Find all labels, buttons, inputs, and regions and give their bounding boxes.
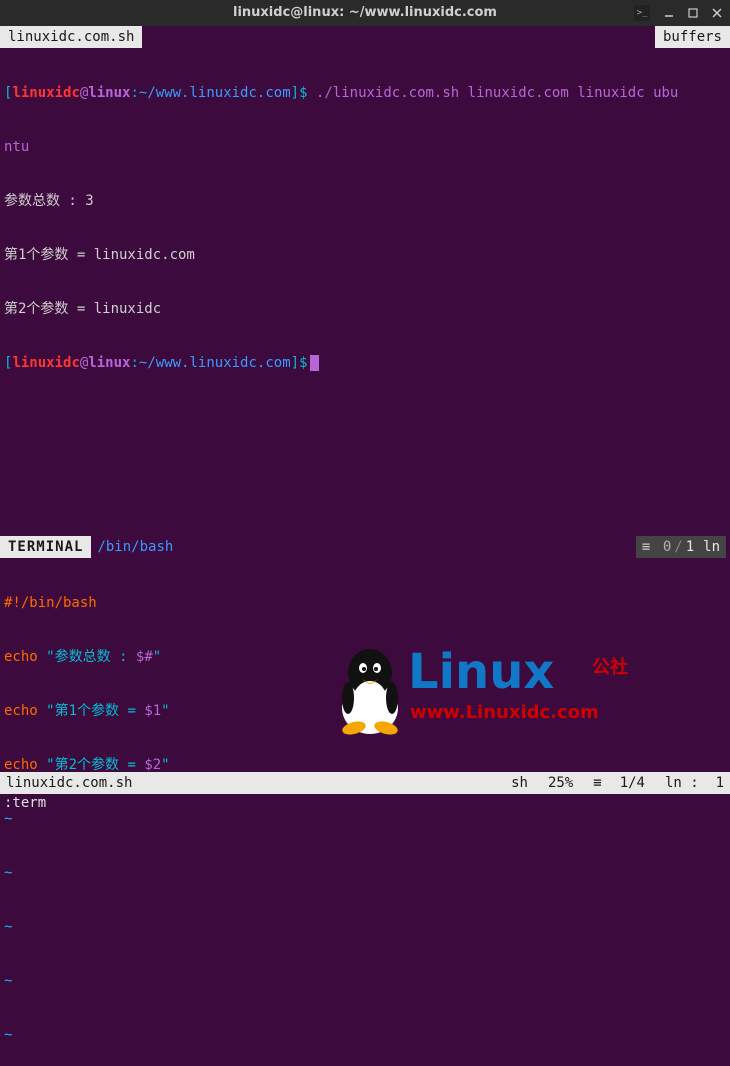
- editor-statusbar: linuxidc.com.sh sh 25% ≡ 1/4 ln : 1: [0, 772, 730, 794]
- terminal-status-right: ≡ 0 /1 ln: [636, 536, 726, 558]
- terminal-line: 参数总数 : 3: [4, 192, 726, 210]
- code-line: echo "参数总数 : $#": [4, 648, 726, 666]
- maximize-button[interactable]: [684, 4, 702, 22]
- shell-path: /bin/bash: [91, 538, 173, 556]
- tab-file[interactable]: linuxidc.com.sh: [0, 26, 142, 48]
- terminal-statusbar: TERMINAL /bin/bash ≡ 0 /1 ln: [0, 536, 730, 558]
- minimize-button[interactable]: [660, 4, 678, 22]
- terminal-line: ntu: [4, 138, 726, 156]
- window-title: linuxidc@linux: ~/www.linuxidc.com: [0, 4, 730, 22]
- status-filename: linuxidc.com.sh: [6, 774, 132, 792]
- buffer-tabs: linuxidc.com.sh buffers: [0, 26, 730, 48]
- app-icon: >_: [634, 5, 650, 21]
- code-line: echo "第1个参数 = $1": [4, 702, 726, 720]
- terminal-line: 第2个参数 = linuxidc: [4, 300, 726, 318]
- terminal-line: [linuxidc@linux:~/www.linuxidc.com]$ ./l…: [4, 84, 726, 102]
- terminal-pane[interactable]: [linuxidc@linux:~/www.linuxidc.com]$ ./l…: [0, 48, 730, 536]
- code-empty-line: ~: [4, 864, 726, 882]
- terminal-line: 第1个参数 = linuxidc.com: [4, 246, 726, 264]
- code-empty-line: ~: [4, 972, 726, 990]
- tab-buffers[interactable]: buffers: [655, 26, 730, 48]
- terminal-empty: [4, 408, 726, 518]
- close-button[interactable]: [708, 4, 726, 22]
- watermark-logo: Linux 公社 www.Linuxidc.com: [330, 628, 680, 748]
- status-position: 1/4: [620, 774, 645, 792]
- status-percent: 25%: [548, 774, 573, 792]
- code-line: #!/bin/bash: [4, 594, 726, 612]
- window-titlebar: linuxidc@linux: ~/www.linuxidc.com >_: [0, 0, 730, 26]
- hamburger-icon: ≡: [593, 774, 599, 792]
- code-empty-line: ~: [4, 810, 726, 828]
- cursor: [310, 355, 319, 371]
- editor-pane[interactable]: #!/bin/bash echo "参数总数 : $#" echo "第1个参数…: [0, 558, 730, 772]
- terminal-line: [linuxidc@linux:~/www.linuxidc.com]$: [4, 354, 726, 372]
- code-empty-line: ~: [4, 1026, 726, 1044]
- code-empty-line: ~: [4, 918, 726, 936]
- terminal-label: TERMINAL: [0, 536, 91, 558]
- status-filetype: sh: [511, 774, 528, 792]
